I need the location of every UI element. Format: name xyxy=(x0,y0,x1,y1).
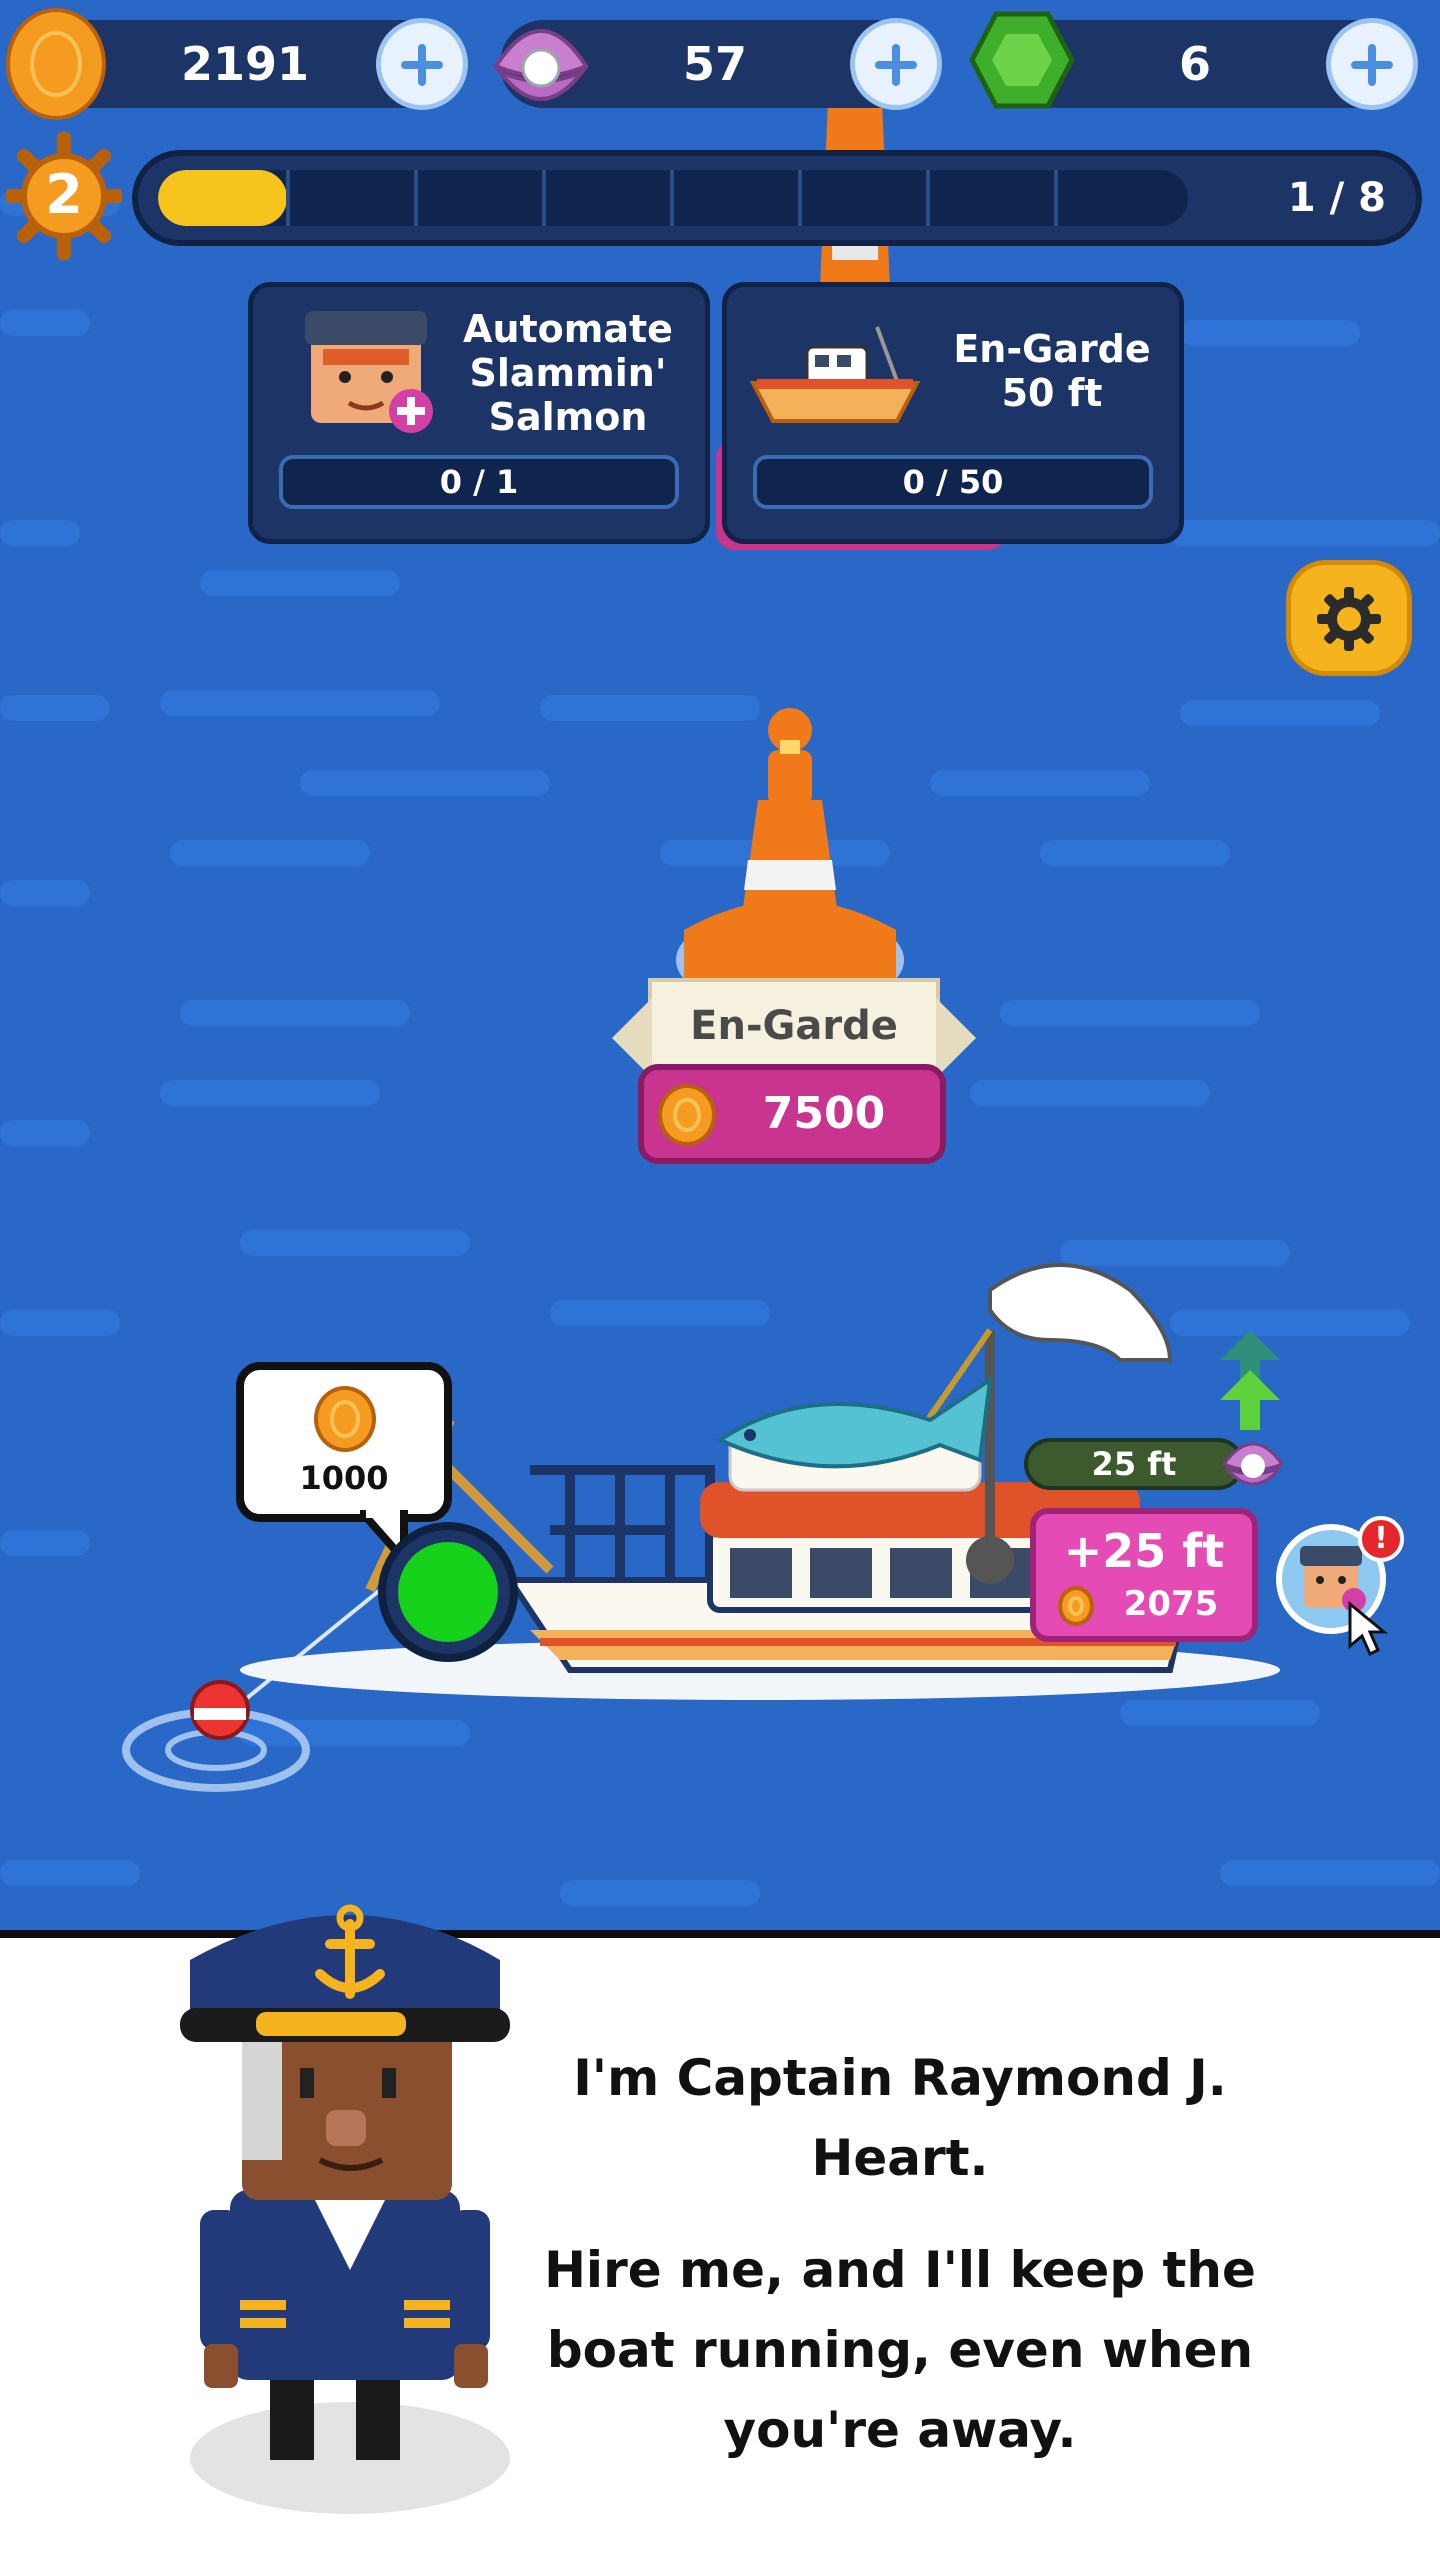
level-badge[interactable]: 2 xyxy=(6,132,122,260)
captain-portrait-icon xyxy=(305,311,433,433)
buoy-name: En-Garde xyxy=(690,1003,898,1049)
boat-progress: 0 / 50 xyxy=(753,455,1153,509)
en-garde-buoy[interactable] xyxy=(640,690,940,1020)
buoy-buy-button[interactable]: 7500 xyxy=(638,1064,946,1164)
currency-bar: 2191 57 6 xyxy=(0,0,1440,130)
dialog-line-5: you're away. xyxy=(723,2401,1077,2459)
coin-icon xyxy=(658,1084,716,1146)
coin-reward-value: 1000 xyxy=(299,1459,389,1497)
boat-icon xyxy=(749,326,921,423)
cursor-icon xyxy=(1348,1600,1388,1656)
dialog-line-2: Heart. xyxy=(811,2129,989,2187)
level-progress-track xyxy=(158,170,1188,226)
upgrade-cost: 2075 xyxy=(1123,1584,1219,1624)
objective-card-boat[interactable]: En-Garde 50 ft 0 / 50 xyxy=(722,282,1184,544)
add-gems-button[interactable] xyxy=(1326,18,1418,110)
pearls-value: 57 xyxy=(682,37,747,91)
automate-title: Automate Slammin' Salmon xyxy=(463,307,673,439)
objective-card-automate[interactable]: Automate Slammin' Salmon 0 / 1 xyxy=(248,282,710,544)
level-progress-panel: 1 / 8 xyxy=(132,150,1422,246)
add-pearls-button[interactable] xyxy=(850,18,942,110)
catch-indicator xyxy=(398,1542,498,1642)
upgrade-depth-value: +25 ft xyxy=(1063,1524,1225,1578)
buoy-price: 7500 xyxy=(762,1088,886,1139)
coin-icon xyxy=(314,1386,376,1452)
depth-label: 25 ft xyxy=(1024,1438,1244,1490)
gems-value: 6 xyxy=(1178,37,1211,91)
dialog-line-1: I'm Captain Raymond J. xyxy=(573,2049,1227,2107)
dialog-line-3: Hire me, and I'll keep the xyxy=(544,2241,1256,2299)
level-number: 2 xyxy=(45,163,83,226)
level-progress-text: 1 / 8 xyxy=(1287,175,1386,221)
boat-title: En-Garde 50 ft xyxy=(953,327,1151,415)
settings-button[interactable] xyxy=(1286,560,1412,676)
alert-badge: ! xyxy=(1358,1516,1404,1562)
gear-icon xyxy=(1317,587,1381,651)
automate-progress: 0 / 1 xyxy=(279,455,679,509)
dialog-line-4: boat running, even when xyxy=(546,2321,1254,2379)
coin-icon xyxy=(6,8,106,120)
coin-icon xyxy=(1058,1586,1094,1626)
coins-value: 2191 xyxy=(180,37,310,91)
pearl-shell-icon xyxy=(1221,1442,1285,1486)
gem-icon xyxy=(969,11,1075,109)
pearl-shell-icon xyxy=(493,29,589,101)
upgrade-depth-button[interactable]: +25 ft 2075 xyxy=(1030,1508,1258,1642)
level-progress-fill xyxy=(158,170,287,226)
catch-button[interactable] xyxy=(378,1522,518,1662)
game-screen: 2191 57 6 1 / 8 2 Automate Slammin' Salm… xyxy=(0,0,1440,2560)
add-coins-button[interactable] xyxy=(376,18,468,110)
coin-reward-bubble: 1000 xyxy=(236,1362,452,1522)
captain-character xyxy=(180,1904,510,2514)
captain-dialog[interactable]: I'm Captain Raymond J. Heart. Hire me, a… xyxy=(0,1904,1440,2560)
